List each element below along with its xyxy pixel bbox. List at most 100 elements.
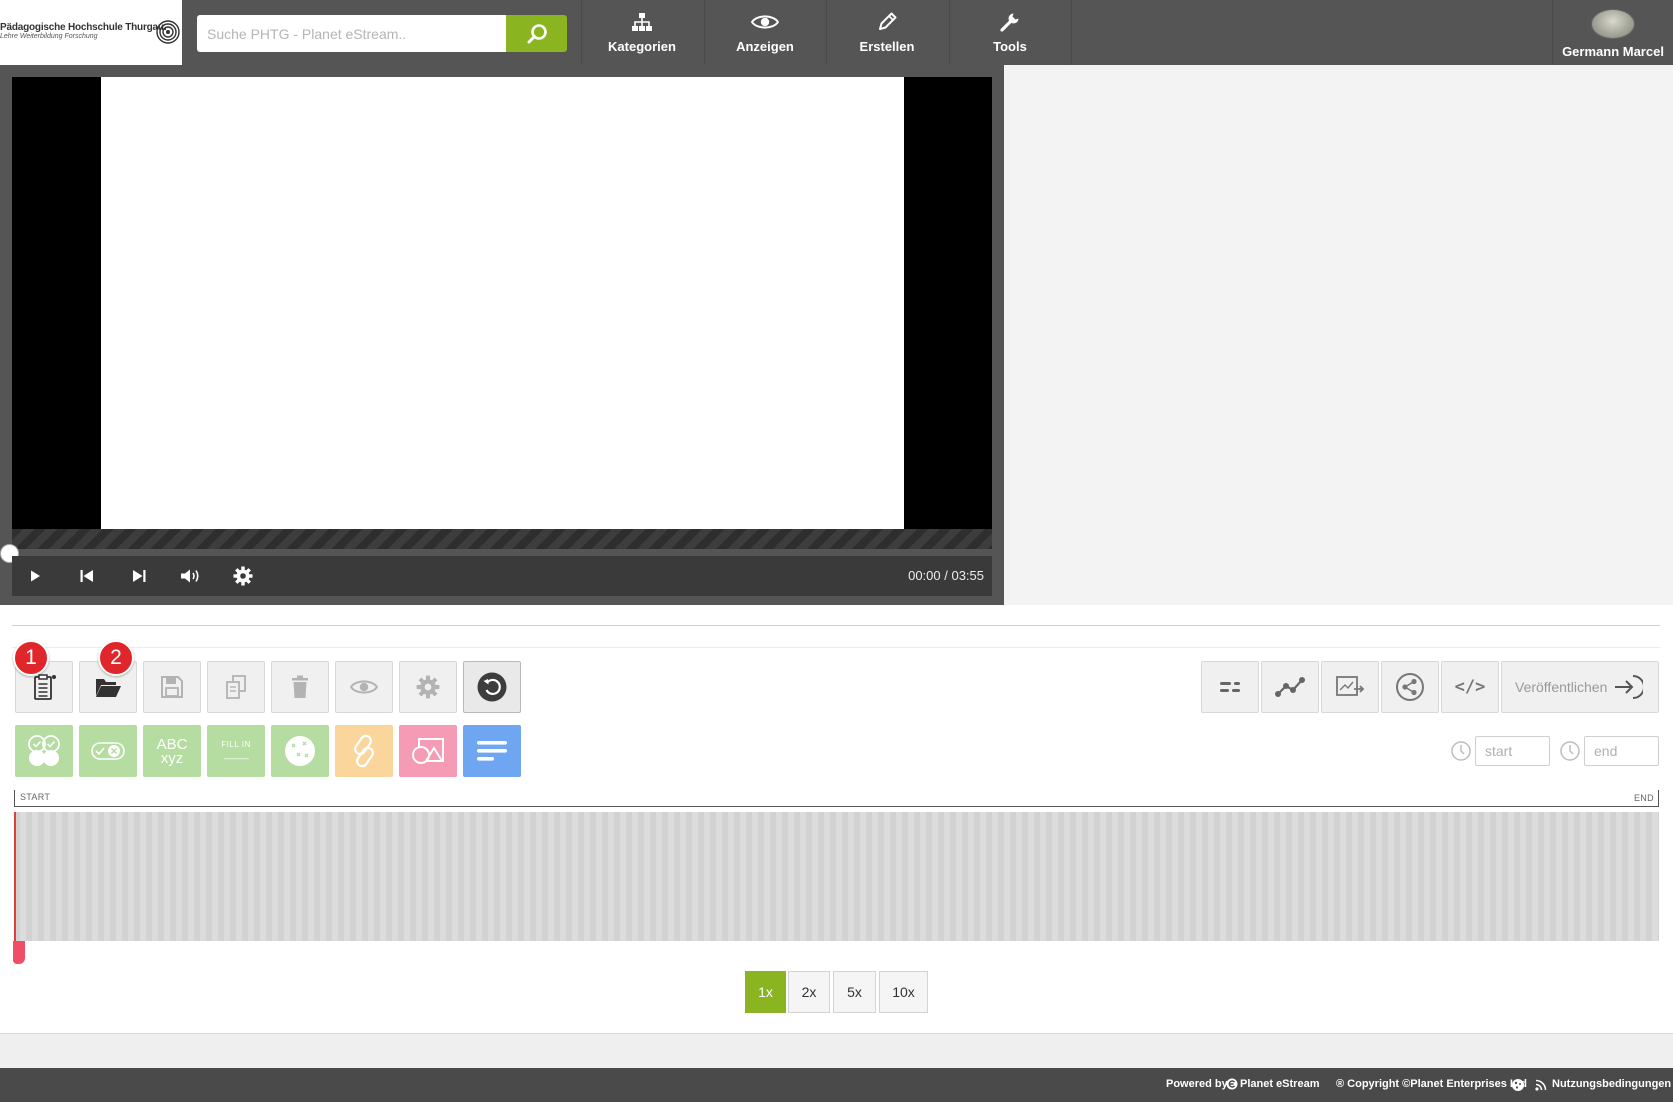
- search-icon: [527, 23, 547, 43]
- image-icon: [412, 738, 444, 764]
- zoom-10x[interactable]: 10x: [879, 971, 928, 1013]
- play-icon: [31, 570, 40, 582]
- list-settings-button[interactable]: [1201, 661, 1259, 713]
- question-link[interactable]: [335, 725, 393, 777]
- end-time-input[interactable]: [1584, 736, 1659, 766]
- footer-brand[interactable]: Planet eStream: [1240, 1078, 1319, 1090]
- true-false-icon: [91, 742, 125, 760]
- question-image[interactable]: [399, 725, 457, 777]
- nav-tools[interactable]: Tools: [949, 0, 1070, 65]
- rss-icon[interactable]: [1535, 1079, 1547, 1091]
- user-menu[interactable]: Germann Marcel: [1552, 0, 1673, 65]
- start-time-input[interactable]: [1475, 736, 1550, 766]
- text-icon: [477, 741, 507, 761]
- planet-estream-logo-icon: [1226, 1078, 1238, 1090]
- save-button[interactable]: [143, 661, 201, 713]
- playhead-handle[interactable]: [13, 941, 25, 964]
- eye-icon: [751, 15, 779, 29]
- share-icon: [1396, 673, 1424, 701]
- divider: [12, 625, 1660, 626]
- play-button[interactable]: [15, 556, 55, 596]
- volume-button[interactable]: [171, 556, 211, 596]
- chart-export-icon: [1336, 676, 1365, 696]
- nav-erstellen[interactable]: Erstellen: [826, 0, 947, 65]
- clock-icon: [1451, 741, 1471, 761]
- hotspot-icon: [285, 736, 315, 766]
- nav-divider: [1071, 0, 1072, 65]
- multiple-choice-icon: [28, 735, 60, 766]
- fill-in-line: ———: [224, 752, 249, 763]
- path-button[interactable]: [1261, 661, 1319, 713]
- copy-button[interactable]: [207, 661, 265, 713]
- logo-subtitle: Lehre Weiterbildung Forschung: [0, 33, 98, 40]
- search-button[interactable]: [506, 15, 567, 52]
- delete-icon: [292, 675, 308, 698]
- zoom-2x[interactable]: 2x: [788, 971, 830, 1013]
- question-hotspot[interactable]: [271, 725, 329, 777]
- divider: [12, 647, 1660, 648]
- step-badge-2: 2: [98, 640, 134, 676]
- avatar[interactable]: [1591, 9, 1635, 39]
- cookie-icon[interactable]: [1511, 1078, 1525, 1092]
- step-badge-1: 1: [13, 640, 49, 676]
- zoom-5x[interactable]: 5x: [833, 971, 876, 1013]
- timeline-axis: [14, 806, 1659, 807]
- chart-export-button[interactable]: [1321, 661, 1379, 713]
- player-controls: 00:00 / 03:55: [12, 556, 992, 596]
- footer: Powered by Planet eStream ® Copyright ©P…: [0, 1068, 1673, 1102]
- nav-label: Kategorien: [608, 39, 676, 54]
- powered-by-label: Powered by: [1166, 1078, 1228, 1090]
- footer-copyright: ® Copyright ©Planet Enterprises Ltd: [1336, 1078, 1528, 1090]
- terms-link[interactable]: Nutzungsbedingungen: [1552, 1078, 1671, 1090]
- volume-icon: [181, 569, 199, 583]
- question-multiple-choice[interactable]: [15, 725, 73, 777]
- undo-icon: [477, 672, 507, 702]
- top-bar: Pädagogische Hochschule Thurgau. Lehre W…: [0, 0, 1673, 65]
- video-player[interactable]: [12, 77, 992, 529]
- list-settings-icon: [1220, 682, 1240, 692]
- publish-button[interactable]: Veröffentlichen: [1501, 661, 1659, 713]
- question-true-false[interactable]: [79, 725, 137, 777]
- timeline-track[interactable]: [14, 812, 1659, 941]
- nav-anzeigen[interactable]: Anzeigen: [704, 0, 825, 65]
- nav-label: Erstellen: [859, 39, 915, 54]
- timeline-axis-start: [14, 790, 15, 807]
- video-frame[interactable]: [101, 77, 904, 529]
- nav-label: Anzeigen: [736, 39, 794, 54]
- copy-icon: [226, 675, 246, 699]
- wrench-icon: [1000, 13, 1019, 32]
- delete-button[interactable]: [271, 661, 329, 713]
- new-document-icon: [34, 674, 56, 700]
- open-folder-icon: [96, 679, 121, 697]
- question-text-answer[interactable]: ABC xyz: [143, 725, 201, 777]
- skip-back-icon: [80, 570, 93, 582]
- previous-button[interactable]: [67, 556, 107, 596]
- link-icon: [354, 734, 374, 768]
- text-answer-label-bottom: xyz: [160, 750, 184, 767]
- clock-icon: [1560, 741, 1580, 761]
- question-text[interactable]: [463, 725, 521, 777]
- next-button[interactable]: [119, 556, 159, 596]
- timeline-playhead[interactable]: [14, 812, 16, 945]
- skip-forward-icon: [133, 570, 146, 582]
- preview-button[interactable]: [335, 661, 393, 713]
- nav-kategorien[interactable]: Kategorien: [581, 0, 702, 65]
- video-progress-bar[interactable]: [12, 529, 992, 549]
- settings-gear-icon: [416, 675, 440, 699]
- publish-label: Veröffentlichen: [1515, 679, 1608, 695]
- search-input[interactable]: [197, 15, 507, 52]
- question-fill-in[interactable]: FILL IN ———: [207, 725, 265, 777]
- share-button[interactable]: [1381, 661, 1439, 713]
- user-name: Germann Marcel: [1562, 44, 1664, 59]
- fill-in-label: FILL IN: [221, 739, 251, 749]
- zoom-1x[interactable]: 1x: [745, 971, 786, 1013]
- lower-band: [0, 1034, 1673, 1068]
- sitemap-icon: [632, 13, 652, 31]
- embed-code-button[interactable]: </>: [1441, 661, 1499, 713]
- player-settings-button[interactable]: [223, 556, 263, 596]
- logo[interactable]: Pädagogische Hochschule Thurgau. Lehre W…: [0, 0, 182, 65]
- publish-icon: [1615, 675, 1644, 699]
- settings-button[interactable]: [399, 661, 457, 713]
- save-icon: [161, 676, 183, 698]
- undo-button[interactable]: [463, 661, 521, 713]
